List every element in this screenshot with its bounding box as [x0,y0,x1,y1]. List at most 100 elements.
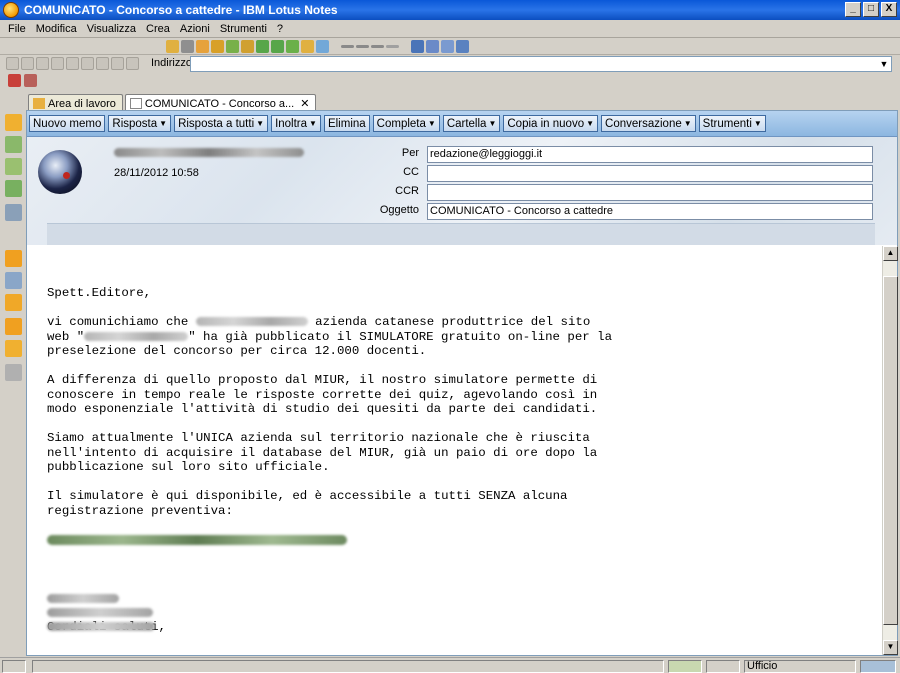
tab-comunicato[interactable]: COMUNICATO - Concorso a... ✕ [124,94,317,111]
nuovo-memo-button[interactable]: Nuovo memo [29,115,106,132]
collapse-all-icon[interactable] [386,45,399,48]
scroll-up-icon[interactable]: ▲ [883,246,898,261]
chevron-down-icon: ▼ [309,119,317,128]
action-toolbar-icons [8,74,37,87]
maximize-button[interactable]: □ [863,2,879,17]
chevron-down-icon: ▼ [488,119,497,128]
folder-icon[interactable] [5,294,22,311]
mail-flag-icon[interactable] [8,74,21,87]
paragraph-3: Siamo attualmente l'UNICA azienda sul te… [47,431,598,474]
lotus-notes-app-icon[interactable] [3,2,19,18]
contacts-bookmark-icon[interactable] [5,158,22,175]
calendar-bookmark-icon[interactable] [5,136,22,153]
home-icon[interactable] [66,57,79,70]
completa-button[interactable]: Completa ▼ [372,115,440,132]
binoculars-icon[interactable] [411,40,424,53]
cartella-button[interactable]: Cartella ▼ [442,115,501,132]
location-selector[interactable]: Ufficio [744,660,856,673]
tab-area-di-lavoro[interactable]: Area di lavoro [28,94,123,111]
address-dropdown-arrow-icon[interactable]: ▼ [877,57,891,71]
ccr-field[interactable] [427,184,873,201]
move-icon[interactable] [286,40,299,53]
more-bookmarks-folder-icon[interactable] [5,340,22,357]
expand-all-icon[interactable] [371,45,384,48]
replication-status-icon[interactable] [860,660,896,673]
back-icon[interactable] [6,57,19,70]
arrow-down-green-icon[interactable] [256,40,269,53]
flag-icon[interactable] [211,40,224,53]
copia-in-nuovo-button[interactable]: Copia in nuovo ▼ [503,115,599,132]
per-field[interactable]: redazione@leggioggi.it [427,146,873,163]
arrow-up-icon[interactable] [241,40,254,53]
status-attachment-icon[interactable] [706,660,740,673]
inoltra-button[interactable]: Inoltra ▼ [271,115,321,132]
scrollbar-thumb[interactable] [883,276,898,625]
bookmark-bar [0,92,26,654]
databases-folder-icon[interactable] [5,272,22,289]
print-page-icon[interactable] [96,57,109,70]
simulator-link-redacted[interactable] [47,535,347,545]
close-button[interactable]: X [881,2,897,17]
address-input[interactable]: ▼ [190,56,892,72]
replication-bookmark-icon[interactable] [5,204,22,221]
properties-icon[interactable] [456,40,469,53]
reload-icon[interactable] [51,57,64,70]
tab-close-icon[interactable]: ✕ [300,97,309,110]
mail-bookmark-icon[interactable] [5,114,22,131]
oggetto-field[interactable]: COMUNICATO - Concorso a cattedre [427,203,873,220]
workspace-icon [33,98,45,109]
oggetto-label: Oggetto [379,204,419,216]
vertical-scrollbar[interactable]: ▲ ▼ [882,246,898,655]
expand-icon[interactable] [341,45,354,48]
refresh-icon[interactable] [196,40,209,53]
favorites-folder-icon[interactable] [5,250,22,267]
action-toolbar [0,72,900,90]
conversazione-button[interactable]: Conversazione ▼ [601,115,696,132]
menu-file[interactable]: File [0,23,31,35]
main-toolbar-icons [166,39,469,54]
mail-send-icon[interactable] [24,74,37,87]
search-icon[interactable] [426,40,439,53]
arrow-right-icon[interactable] [271,40,284,53]
page-icon[interactable] [81,57,94,70]
menu-modifica[interactable]: Modifica [31,23,82,35]
company-name-redacted [195,317,308,327]
minimize-button[interactable]: _ [845,2,861,17]
history-icon[interactable] [126,57,139,70]
paragraph-4: Il simulatore è qui disponibile, ed è ac… [47,489,568,518]
view-icon[interactable] [316,40,329,53]
mail-body[interactable]: Spett.Editore, vi comunichiamo che azien… [27,246,882,655]
elimina-button[interactable]: Elimina [323,115,370,132]
scroll-down-icon[interactable]: ▼ [883,640,898,655]
menu-help[interactable]: ? [272,23,288,35]
menu-visualizza[interactable]: Visualizza [82,23,141,35]
collapse-icon[interactable] [356,45,369,48]
arrow-down-icon[interactable] [226,40,239,53]
tools-bookmark-icon[interactable] [5,364,22,381]
folder-open-icon[interactable] [166,40,179,53]
history-folder-icon[interactable] [5,318,22,335]
header-divider-strip [47,223,875,245]
cc-field[interactable] [427,165,873,182]
save-page-icon[interactable] [111,57,124,70]
todo-bookmark-icon[interactable] [5,180,22,197]
risposta-button[interactable]: Risposta ▼ [108,115,172,132]
menu-crea[interactable]: Crea [141,23,175,35]
risposta-a-tutti-button[interactable]: Risposta a tutti ▼ [174,115,269,132]
body-text: web " [47,329,85,344]
sender-name-redacted [114,148,304,157]
status-edit-icon[interactable] [668,660,702,673]
window-title: COMUNICATO - Concorso a cattedre - IBM L… [24,3,338,17]
button-label: Risposta [112,117,158,130]
stop-icon[interactable] [36,57,49,70]
folder-move-icon[interactable] [301,40,314,53]
chevron-down-icon: ▼ [256,119,265,128]
document-icon [129,98,142,109]
print-icon[interactable] [181,40,194,53]
strumenti-button[interactable]: Strumenti ▼ [698,115,766,132]
menu-strumenti[interactable]: Strumenti [215,23,272,35]
edit-icon[interactable] [441,40,454,53]
forward-icon[interactable] [21,57,34,70]
menu-azioni[interactable]: Azioni [175,23,215,35]
mail-header: 28/11/2012 10:58 Per redazione@leggioggi… [27,137,897,245]
